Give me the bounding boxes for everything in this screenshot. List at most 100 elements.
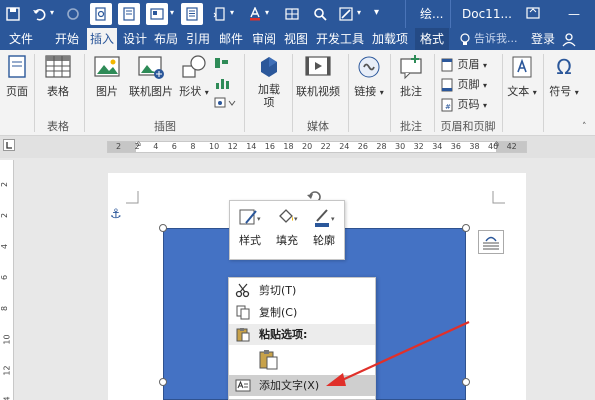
undo-dropdown-icon[interactable]: ▾	[50, 8, 54, 17]
smartart-icon[interactable]	[214, 56, 230, 73]
resize-handle-tr[interactable]	[462, 224, 470, 232]
ruler-tick: 28	[376, 142, 387, 151]
style-label: 样式	[239, 234, 261, 247]
margins-dropdown-icon[interactable]: ▾	[230, 8, 234, 17]
footer-button[interactable]: 页脚 ▾	[440, 76, 487, 92]
pages-label: 页面	[6, 85, 28, 98]
addins-button[interactable]: 加载 项	[250, 54, 288, 109]
ruler-tick: 34	[432, 142, 443, 151]
position-dropdown-icon[interactable]: ▾	[170, 8, 174, 17]
share-icon[interactable]	[562, 28, 592, 50]
tab-view[interactable]: 视图	[281, 28, 311, 50]
chart-icon[interactable]	[214, 76, 230, 93]
vertical-ruler-tick: 12	[2, 365, 12, 376]
right-indent-marker-icon[interactable]: ⌂	[494, 139, 499, 148]
tab-format[interactable]: 格式	[415, 28, 449, 50]
margins-icon[interactable]	[209, 3, 231, 25]
shape-style-icon: ▾	[239, 209, 261, 225]
header-dropdown-icon: ▾	[483, 61, 488, 70]
tab-insert[interactable]: 插入	[87, 28, 117, 50]
outline-button[interactable]: ▾ 轮廓	[306, 207, 342, 248]
header-button[interactable]: 页眉 ▾	[440, 56, 487, 72]
draw-icon[interactable]	[335, 3, 357, 25]
vertical-ruler[interactable]: 2 2 4 6 8 10 12 14	[0, 160, 14, 400]
ruler-tick: 18	[283, 142, 294, 151]
layout-options-button[interactable]	[478, 230, 504, 254]
ruler-tick: 22	[320, 142, 331, 151]
link-button[interactable]: 链接 ▾	[352, 54, 386, 99]
tab-mailings[interactable]: 邮件	[216, 28, 246, 50]
fill-label: 填充	[276, 234, 298, 247]
ruler-tick: 24	[339, 142, 350, 151]
table-button[interactable]: 表格	[40, 54, 76, 99]
comment-button[interactable]: 批注	[394, 54, 428, 99]
ruler-tick: 30	[395, 142, 406, 151]
undo-icon[interactable]	[28, 3, 50, 25]
table-icon[interactable]	[281, 3, 303, 25]
customize-qat-icon[interactable]: ▾	[374, 7, 379, 18]
tab-home[interactable]: 开始	[52, 28, 82, 50]
menu-item-copy[interactable]: 复制(C)	[229, 302, 375, 323]
print-preview-icon[interactable]	[90, 3, 112, 25]
sign-in-link[interactable]: 登录	[528, 28, 558, 50]
save-icon[interactable]	[2, 3, 24, 25]
shapes-button[interactable]: 形状 ▾	[178, 54, 210, 99]
svg-text:▾: ▾	[331, 215, 335, 223]
tab-developer[interactable]: 开发工具	[313, 28, 367, 50]
symbol-dropdown-icon: ▾	[574, 88, 579, 97]
shapes-label: 形状	[179, 85, 202, 98]
shapes-dropdown-icon: ▾	[204, 88, 209, 97]
collapse-ribbon-icon[interactable]: ˄	[582, 122, 587, 132]
mini-toolbar: ▾ 样式 ▾ 填充 ▾ 轮廓	[229, 200, 345, 260]
paste-keep-source-button[interactable]	[257, 348, 279, 370]
tab-addins[interactable]: 加载项	[369, 28, 411, 50]
resize-handle-tl[interactable]	[159, 224, 167, 232]
resize-handle-br[interactable]	[462, 378, 470, 386]
symbol-label: 符号	[549, 85, 572, 98]
picture-button[interactable]: 图片	[90, 54, 124, 99]
menu-item-cut[interactable]: 剪切(T)	[229, 280, 375, 301]
picture-icon	[94, 56, 120, 77]
paragraph-icon[interactable]	[181, 3, 203, 25]
symbol-button[interactable]: Ω 符号 ▾	[548, 54, 580, 99]
pages-button[interactable]: 页面	[2, 54, 32, 99]
clipboard-icon	[259, 350, 278, 370]
style-button[interactable]: ▾ 样式	[232, 207, 268, 248]
horizontal-ruler[interactable]: 2 2 4 6 8 10 12 14 16 18 20 22 24 26 28 30 32 34 36 38 40 42 …	[107, 139, 527, 153]
picture-label: 图片	[96, 85, 118, 98]
online-picture-button[interactable]: 联机图片	[126, 54, 176, 99]
indent-marker-icon[interactable]: ⌂	[136, 139, 141, 148]
add-text-label: 添加文字(X)	[259, 379, 320, 392]
tab-layout[interactable]: 布局	[151, 28, 181, 50]
page-layout-icon[interactable]	[118, 3, 140, 25]
tab-review[interactable]: 审阅	[249, 28, 279, 50]
find-icon[interactable]	[309, 3, 331, 25]
menu-item-add-text[interactable]: 添加文字(X)	[229, 375, 375, 396]
minimize-button[interactable]: —	[568, 0, 580, 28]
online-video-button[interactable]: 联机视频	[294, 54, 342, 99]
paste-icon	[236, 328, 250, 342]
page-number-button[interactable]: # 页码 ▾	[440, 96, 487, 112]
resize-handle-bl[interactable]	[159, 378, 167, 386]
tab-references[interactable]: 引用	[183, 28, 213, 50]
omega-icon: Ω	[556, 55, 572, 79]
screenshot-icon[interactable]	[214, 96, 236, 113]
tab-selector-icon[interactable]	[3, 139, 15, 151]
ribbon-options-icon[interactable]	[526, 0, 540, 28]
tab-design[interactable]: 设计	[120, 28, 150, 50]
group-label-illustrations: 插图	[154, 120, 176, 133]
position-icon[interactable]	[146, 3, 168, 25]
tell-me-input[interactable]: 告诉我...	[474, 28, 526, 50]
draw-dropdown-icon[interactable]: ▾	[357, 8, 361, 17]
redo-icon[interactable]	[62, 3, 84, 25]
tab-file[interactable]: 文件	[4, 28, 38, 50]
fill-button[interactable]: ▾ 填充	[269, 207, 305, 248]
font-color-dropdown-icon[interactable]: ▾	[265, 8, 269, 17]
text-button[interactable]: 文本 ▾	[505, 54, 539, 99]
ruler-tick: 14	[246, 142, 257, 151]
pages-icon	[8, 55, 26, 78]
font-color-icon[interactable]	[244, 3, 266, 25]
addins-label: 加载 项	[258, 83, 280, 109]
addins-icon	[261, 57, 277, 77]
table-grid-icon	[45, 55, 71, 78]
